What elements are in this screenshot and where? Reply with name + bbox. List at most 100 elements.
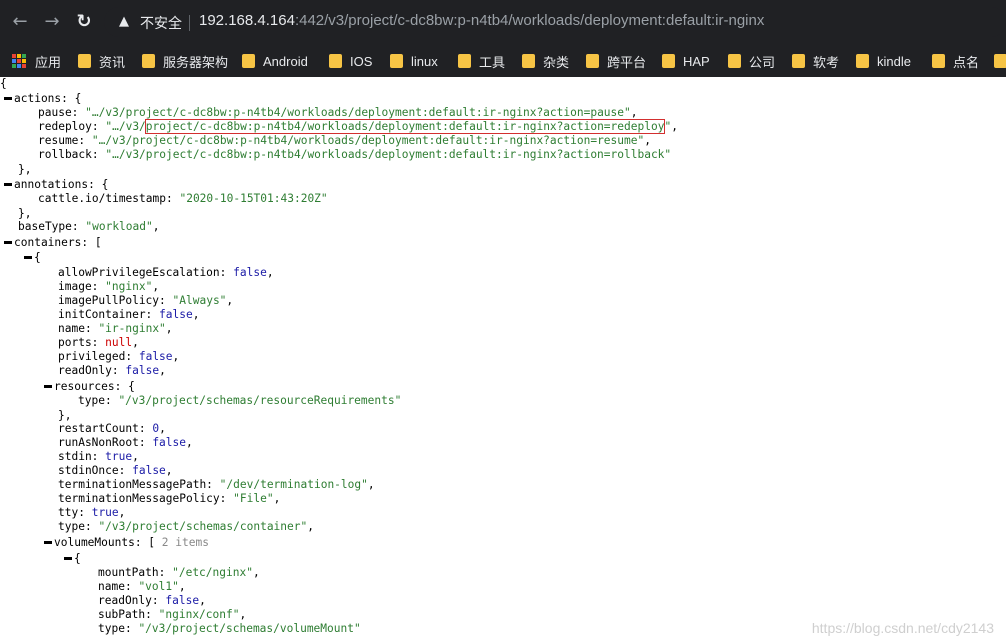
brace: { [34, 251, 41, 264]
bookmark-overflow[interactable] [994, 51, 1006, 71]
json-key: subPath: [98, 608, 152, 621]
json-line: terminationMessagePolicy: "File", [58, 492, 281, 505]
json-line: mountPath: "/etc/nginx", [98, 566, 260, 579]
url-host: 192.168.4.164 [199, 12, 295, 29]
json-line: resume: "…/v3/project/c-dc8bw:p-n4tb4/wo… [38, 134, 651, 147]
json-bool: false [125, 364, 160, 377]
json-key: terminationMessagePolicy: [58, 492, 227, 505]
json-bool: false [233, 266, 267, 279]
folder-icon [142, 54, 155, 68]
json-bool: false [159, 308, 193, 321]
bookmark-apps[interactable]: 应用 [12, 51, 61, 71]
json-key: privileged: [58, 350, 133, 363]
json-line: { [0, 77, 7, 91]
json-string: "Always" [172, 294, 227, 307]
json-bool: true [91, 506, 119, 519]
json-string: "workload" [85, 220, 153, 233]
json-string: "/v3/project/schemas/volumeMount" [138, 622, 361, 635]
brace: }, [18, 207, 32, 220]
bookmark-label: 服务器架构 [163, 54, 229, 70]
reload-icon[interactable]: ↻ [73, 11, 95, 33]
collapse-toggle-icon[interactable] [64, 556, 72, 560]
folder-icon [390, 54, 403, 68]
bookmark-folder[interactable]: 公司 [728, 51, 775, 71]
back-arrow-icon[interactable]: ← [9, 11, 31, 33]
bookmark-folder[interactable]: kindle [856, 51, 911, 71]
security-status[interactable]: 不安全 [140, 13, 182, 33]
json-line: }, [18, 207, 31, 221]
json-key: imagePullPolicy: [58, 294, 166, 307]
json-line: terminationMessagePath: "/dev/terminatio… [58, 478, 375, 491]
bookmark-label: 资讯 [99, 54, 126, 70]
omnibox[interactable]: ▲ 不安全 192.168.4.164:442/v3/project/c-dc8… [104, 7, 1006, 37]
bookmark-label: Android [263, 53, 308, 69]
json-key: stdinOnce: [58, 464, 126, 477]
bookmark-folder[interactable]: 杂类 [522, 51, 569, 71]
collapse-toggle-icon[interactable] [4, 96, 12, 100]
collapse-toggle-icon[interactable] [24, 255, 32, 259]
json-string: "/dev/termination-log" [219, 478, 368, 491]
json-line: type: "/v3/project/schemas/resourceRequi… [78, 394, 401, 408]
collapse-toggle-icon[interactable] [44, 540, 52, 544]
json-key: volumeMounts: [54, 536, 142, 549]
json-bool: false [165, 594, 200, 607]
watermark: https://blog.csdn.net/cdy2143 [811, 620, 994, 636]
bookmarks-bar: 应用 资讯 服务器架构 Android IOS linux 工具 杂类 跨平台 … [0, 44, 1006, 77]
json-number: 0 [152, 422, 160, 435]
json-line: redeploy: "…/v3/project/c-dc8bw:p-n4tb4/… [38, 119, 678, 134]
bookmark-folder[interactable]: 软考 [792, 51, 839, 71]
folder-icon [728, 54, 741, 68]
json-line: image: "nginx", [58, 280, 160, 293]
collapse-toggle-icon[interactable] [4, 182, 12, 186]
json-key: baseType: [18, 220, 79, 233]
json-key: mountPath: [98, 566, 166, 579]
bookmark-folder[interactable]: HAP [662, 51, 710, 71]
json-key: type: [58, 520, 92, 533]
bracket: [ [88, 236, 102, 249]
brace: { [67, 92, 82, 105]
folder-icon [522, 54, 535, 68]
json-viewer: { actions: { pause: "…/v3/project/c-dc8b… [0, 77, 1006, 642]
json-line: { [24, 251, 41, 265]
json-line: }, [58, 409, 71, 423]
folder-icon [856, 54, 869, 68]
json-string: "/v3/project/schemas/container" [98, 520, 308, 533]
folder-icon [329, 54, 342, 68]
json-string: "2020-10-15T01:43:20Z" [179, 192, 328, 205]
bookmark-folder[interactable]: 工具 [458, 51, 505, 71]
bookmark-folder[interactable]: 服务器架构 [142, 51, 228, 71]
bookmark-label: 软考 [813, 54, 840, 70]
json-key: rollback: [38, 148, 99, 161]
warning-triangle-icon[interactable]: ▲ [116, 14, 132, 30]
collapse-toggle-icon[interactable] [44, 384, 52, 388]
bookmark-folder[interactable]: Android [242, 51, 308, 71]
bookmark-label: linux [411, 53, 438, 69]
browser-chrome: ← → ↻ ▲ 不安全 192.168.4.164:442/v3/project… [0, 0, 1006, 77]
folder-icon [78, 54, 91, 68]
collapse-toggle-icon[interactable] [4, 240, 12, 244]
json-line: baseType: "workload", [18, 220, 160, 233]
bookmark-folder[interactable]: 跨平台 [586, 51, 646, 71]
json-string: "vol1" [138, 580, 179, 593]
folder-icon [458, 54, 471, 68]
bracket: [ [141, 536, 156, 549]
json-key: readOnly: [98, 594, 159, 607]
json-key: type: [78, 394, 112, 407]
json-key: redeploy: [38, 120, 99, 133]
json-line: imagePullPolicy: "Always", [58, 294, 234, 307]
bookmark-label: 应用 [35, 54, 62, 70]
bookmark-folder[interactable]: IOS [329, 51, 372, 71]
json-line: tty: true, [58, 506, 126, 519]
json-line: runAsNonRoot: false, [58, 436, 193, 449]
url-path: :442/v3/project/c-dc8bw:p-n4tb4/workload… [294, 12, 765, 29]
json-key: allowPrivilegeEscalation: [58, 266, 227, 279]
forward-arrow-icon[interactable]: → [41, 11, 63, 33]
bookmark-folder[interactable]: linux [390, 51, 438, 71]
url-text[interactable]: 192.168.4.164:442/v3/project/c-dc8bw:p-n… [199, 12, 764, 29]
folder-icon [242, 54, 255, 68]
brace: { [0, 77, 7, 90]
json-line: name: "ir-nginx", [58, 322, 173, 335]
bookmark-folder[interactable]: 点名 [932, 51, 979, 71]
json-line: allowPrivilegeEscalation: false, [58, 266, 274, 279]
bookmark-folder[interactable]: 资讯 [78, 51, 125, 71]
